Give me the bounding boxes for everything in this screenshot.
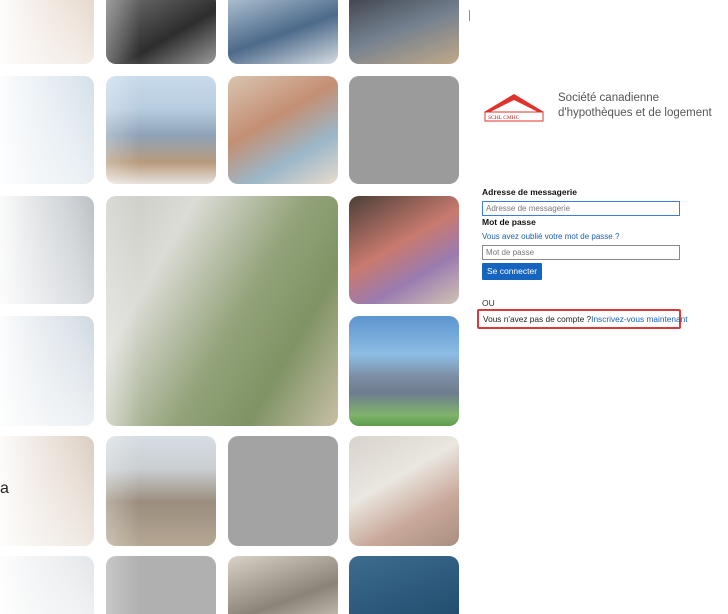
password-label: Mot de passe [482, 217, 536, 227]
mosaic-fade-overlay [0, 0, 140, 614]
photo-tile [349, 556, 459, 614]
bungalow-photo [349, 316, 459, 426]
cmhc-logo: SCHL CMHC Société canadienne d'hypothèqu… [482, 90, 712, 126]
sign-in-button[interactable]: Se connecter [482, 263, 542, 280]
cmhc-house-logo-icon: SCHL CMHC [484, 94, 544, 122]
or-separator: OU [482, 298, 495, 308]
signup-link[interactable]: Inscrivez-vous maintenant [591, 314, 687, 324]
photo-tile [228, 556, 338, 614]
svg-text:SCHL CMHC: SCHL CMHC [488, 115, 520, 121]
photo-tile [349, 76, 459, 184]
email-label: Adresse de messagerie [482, 187, 577, 197]
photo-mosaic [0, 0, 470, 614]
forgot-password-link[interactable]: Vous avez oublié votre mot de passe ? [482, 232, 619, 241]
photo-tile [228, 0, 338, 64]
no-account-text: Vous n'avez pas de compte ? [483, 314, 592, 324]
elderly-woman-photo [349, 436, 459, 546]
photo-tile [349, 0, 459, 64]
couple-photo [349, 196, 459, 304]
org-name-line1: Société canadienne [558, 92, 660, 104]
family-photo [228, 76, 338, 184]
password-field[interactable]: Mot de passe [482, 245, 680, 260]
login-panel: SCHL CMHC Société canadienne d'hypothèqu… [470, 0, 728, 614]
seniors-photo [106, 196, 338, 426]
photo-tile [228, 436, 338, 546]
signup-highlight-box: Vous n'avez pas de compte ?Inscrivez-vou… [477, 309, 688, 329]
email-field[interactable]: Adresse de messagerie [482, 201, 680, 216]
org-name-line2: d'hypothèques et de logement [558, 107, 712, 119]
stray-text: a [0, 480, 9, 497]
